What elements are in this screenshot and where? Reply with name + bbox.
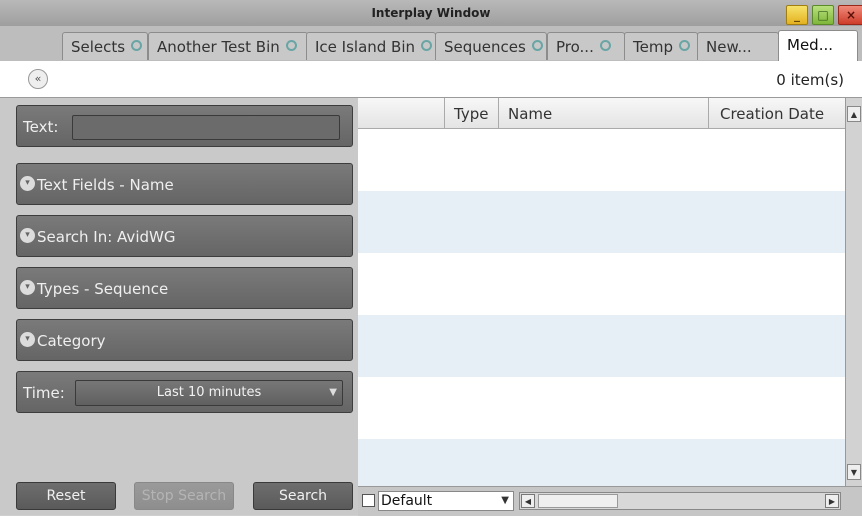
tab-label: Temp (633, 38, 673, 56)
table-row (358, 253, 845, 315)
tab-med[interactable]: Med... (778, 30, 858, 61)
table-row (358, 129, 845, 191)
expand-chevron-icon[interactable]: ▾ (20, 332, 35, 347)
scroll-up-icon[interactable]: ▲ (847, 106, 861, 122)
stop-search-button[interactable]: Stop Search (134, 482, 234, 510)
collapse-panel-icon[interactable]: « (28, 69, 48, 89)
tab-label: Pro... (556, 38, 594, 56)
search-in-group[interactable]: ▾ Search In: AvidWG (16, 215, 353, 257)
select-all-checkbox[interactable] (362, 494, 375, 507)
search-panel: Text: ▾ Text Fields - Name ▾ Search In: … (0, 98, 358, 515)
search-button[interactable]: Search (253, 482, 353, 510)
dropdown-arrow-icon: ▼ (329, 387, 337, 398)
text-fields-group[interactable]: ▾ Text Fields - Name (16, 163, 353, 205)
tab-close-icon[interactable] (421, 40, 433, 51)
column-separator[interactable] (498, 98, 499, 128)
search-in-label: Search In: AvidWG (37, 228, 176, 246)
tab-label: Sequences (444, 38, 526, 56)
time-label: Time: (23, 384, 65, 402)
expand-chevron-icon[interactable]: ▾ (20, 280, 35, 295)
tab-close-icon[interactable] (599, 40, 611, 51)
table-row (358, 439, 845, 486)
types-group[interactable]: ▾ Types - Sequence (16, 267, 353, 309)
tab-another-test-bin[interactable]: Another Test Bin (148, 32, 308, 60)
text-label: Text: (23, 118, 59, 136)
item-count: 0 item(s) (776, 71, 844, 89)
tab-strip: Selects Another Test Bin Ice Island Bin … (0, 26, 862, 61)
column-separator[interactable] (444, 98, 445, 128)
tab-ice-island-bin[interactable]: Ice Island Bin (306, 32, 436, 60)
maximize-button[interactable]: □ (812, 5, 834, 25)
tab-close-icon[interactable] (285, 40, 297, 51)
reset-button[interactable]: Reset (16, 482, 116, 510)
title-bar: Interplay Window _ □ × (0, 0, 862, 27)
tab-close-icon[interactable] (678, 40, 690, 51)
text-search-input[interactable] (72, 115, 340, 140)
scroll-thumb[interactable] (538, 494, 618, 508)
column-header-type[interactable]: Type (454, 105, 488, 123)
minimize-button[interactable]: _ (786, 5, 808, 25)
column-header-creation-date[interactable]: Creation Date (720, 105, 824, 123)
text-fields-label: Text Fields - Name (37, 176, 174, 194)
category-label: Category (37, 332, 106, 350)
tab-close-icon[interactable] (531, 40, 543, 51)
view-select[interactable]: Default ▼ (378, 491, 514, 511)
tab-pro[interactable]: Pro... (547, 32, 625, 60)
tab-sequences[interactable]: Sequences (435, 32, 547, 60)
time-group: Time: Last 10 minutes ▼ (16, 371, 353, 413)
column-separator[interactable] (708, 98, 709, 128)
tab-selects[interactable]: Selects (62, 32, 148, 60)
horizontal-scrollbar[interactable]: ◀ ▶ (519, 492, 841, 510)
tab-label: Ice Island Bin (315, 38, 416, 56)
dropdown-arrow-icon: ▼ (501, 495, 509, 506)
table-row (358, 191, 845, 253)
table-header: Type Name Creation Date (358, 98, 845, 129)
text-search-group: Text: (16, 105, 353, 147)
close-button[interactable]: × (838, 5, 862, 25)
scroll-down-icon[interactable]: ▼ (847, 464, 861, 480)
window-title: Interplay Window (371, 6, 491, 20)
tab-label: Selects (71, 38, 126, 56)
expand-chevron-icon[interactable]: ▾ (20, 176, 35, 191)
tab-label: Med... (787, 36, 833, 54)
tab-close-icon[interactable] (131, 40, 143, 51)
time-select-value: Last 10 minutes (156, 385, 262, 400)
expand-chevron-icon[interactable]: ▾ (20, 228, 35, 243)
types-label: Types - Sequence (37, 280, 169, 298)
scroll-right-icon[interactable]: ▶ (825, 494, 839, 508)
tab-new[interactable]: New... (697, 32, 779, 60)
category-group[interactable]: ▾ Category (16, 319, 353, 361)
tab-label: New... (706, 38, 752, 56)
vertical-scrollbar[interactable]: ▲ ▼ (845, 98, 862, 486)
column-header-name[interactable]: Name (508, 105, 552, 123)
time-select[interactable]: Last 10 minutes ▼ (75, 380, 343, 406)
toolbar: « 0 item(s) (0, 61, 862, 98)
table-row (358, 315, 845, 377)
view-select-value: Default (381, 493, 433, 509)
table-row (358, 377, 845, 439)
results-footer: Default ▼ ◀ ▶ (358, 486, 862, 516)
tab-label: Another Test Bin (157, 38, 280, 56)
scroll-left-icon[interactable]: ◀ (521, 494, 535, 508)
results-table: Type Name Creation Date (358, 98, 845, 486)
tab-temp[interactable]: Temp (624, 32, 698, 60)
